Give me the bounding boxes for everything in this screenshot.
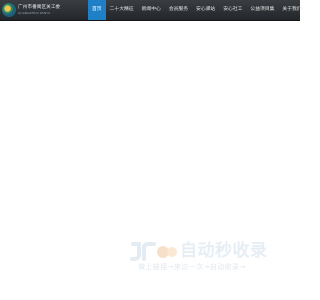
nav-item-home[interactable]: 首页 (88, 0, 106, 20)
watermark: 自动秒收录 做上链接→来访一次→自动收录→ (130, 240, 290, 274)
watermark-logo-icon (130, 242, 177, 261)
nav-item-congress[interactable]: 二十大精征 (106, 0, 138, 20)
nav-item-news[interactable]: 新闻中心 (138, 0, 165, 20)
logo-subtitle: GUANGZHOU PANYU (18, 11, 51, 15)
nav-item-station[interactable]: 安心驿站 (192, 0, 219, 20)
nav-item-charity-projects[interactable]: 公益项目集 (246, 0, 278, 20)
logo-emblem-icon (2, 3, 16, 17)
watermark-slogan: 做上链接→来访一次→自动收录→ (138, 263, 246, 271)
top-navigation-bar: 广州市番禺区关工委 GUANGZHOU PANYU 首页 二十大精征 新闻中心 … (0, 0, 302, 21)
site-logo[interactable]: 广州市番禺区关工委 GUANGZHOU PANYU (2, 2, 60, 18)
logo-title: 广州市番禺区关工委 (18, 5, 61, 10)
nav-item-about[interactable]: 关于我们 (278, 0, 305, 20)
nav-item-social-workers[interactable]: 安心社工 (219, 0, 246, 20)
watermark-title: 自动秒收录 (180, 241, 268, 261)
main-nav: 首页 二十大精征 新闻中心 会员服务 安心驿站 安心社工 公益项目集 关于我们 (88, 0, 306, 20)
nav-item-member-services[interactable]: 会员服务 (165, 0, 192, 20)
